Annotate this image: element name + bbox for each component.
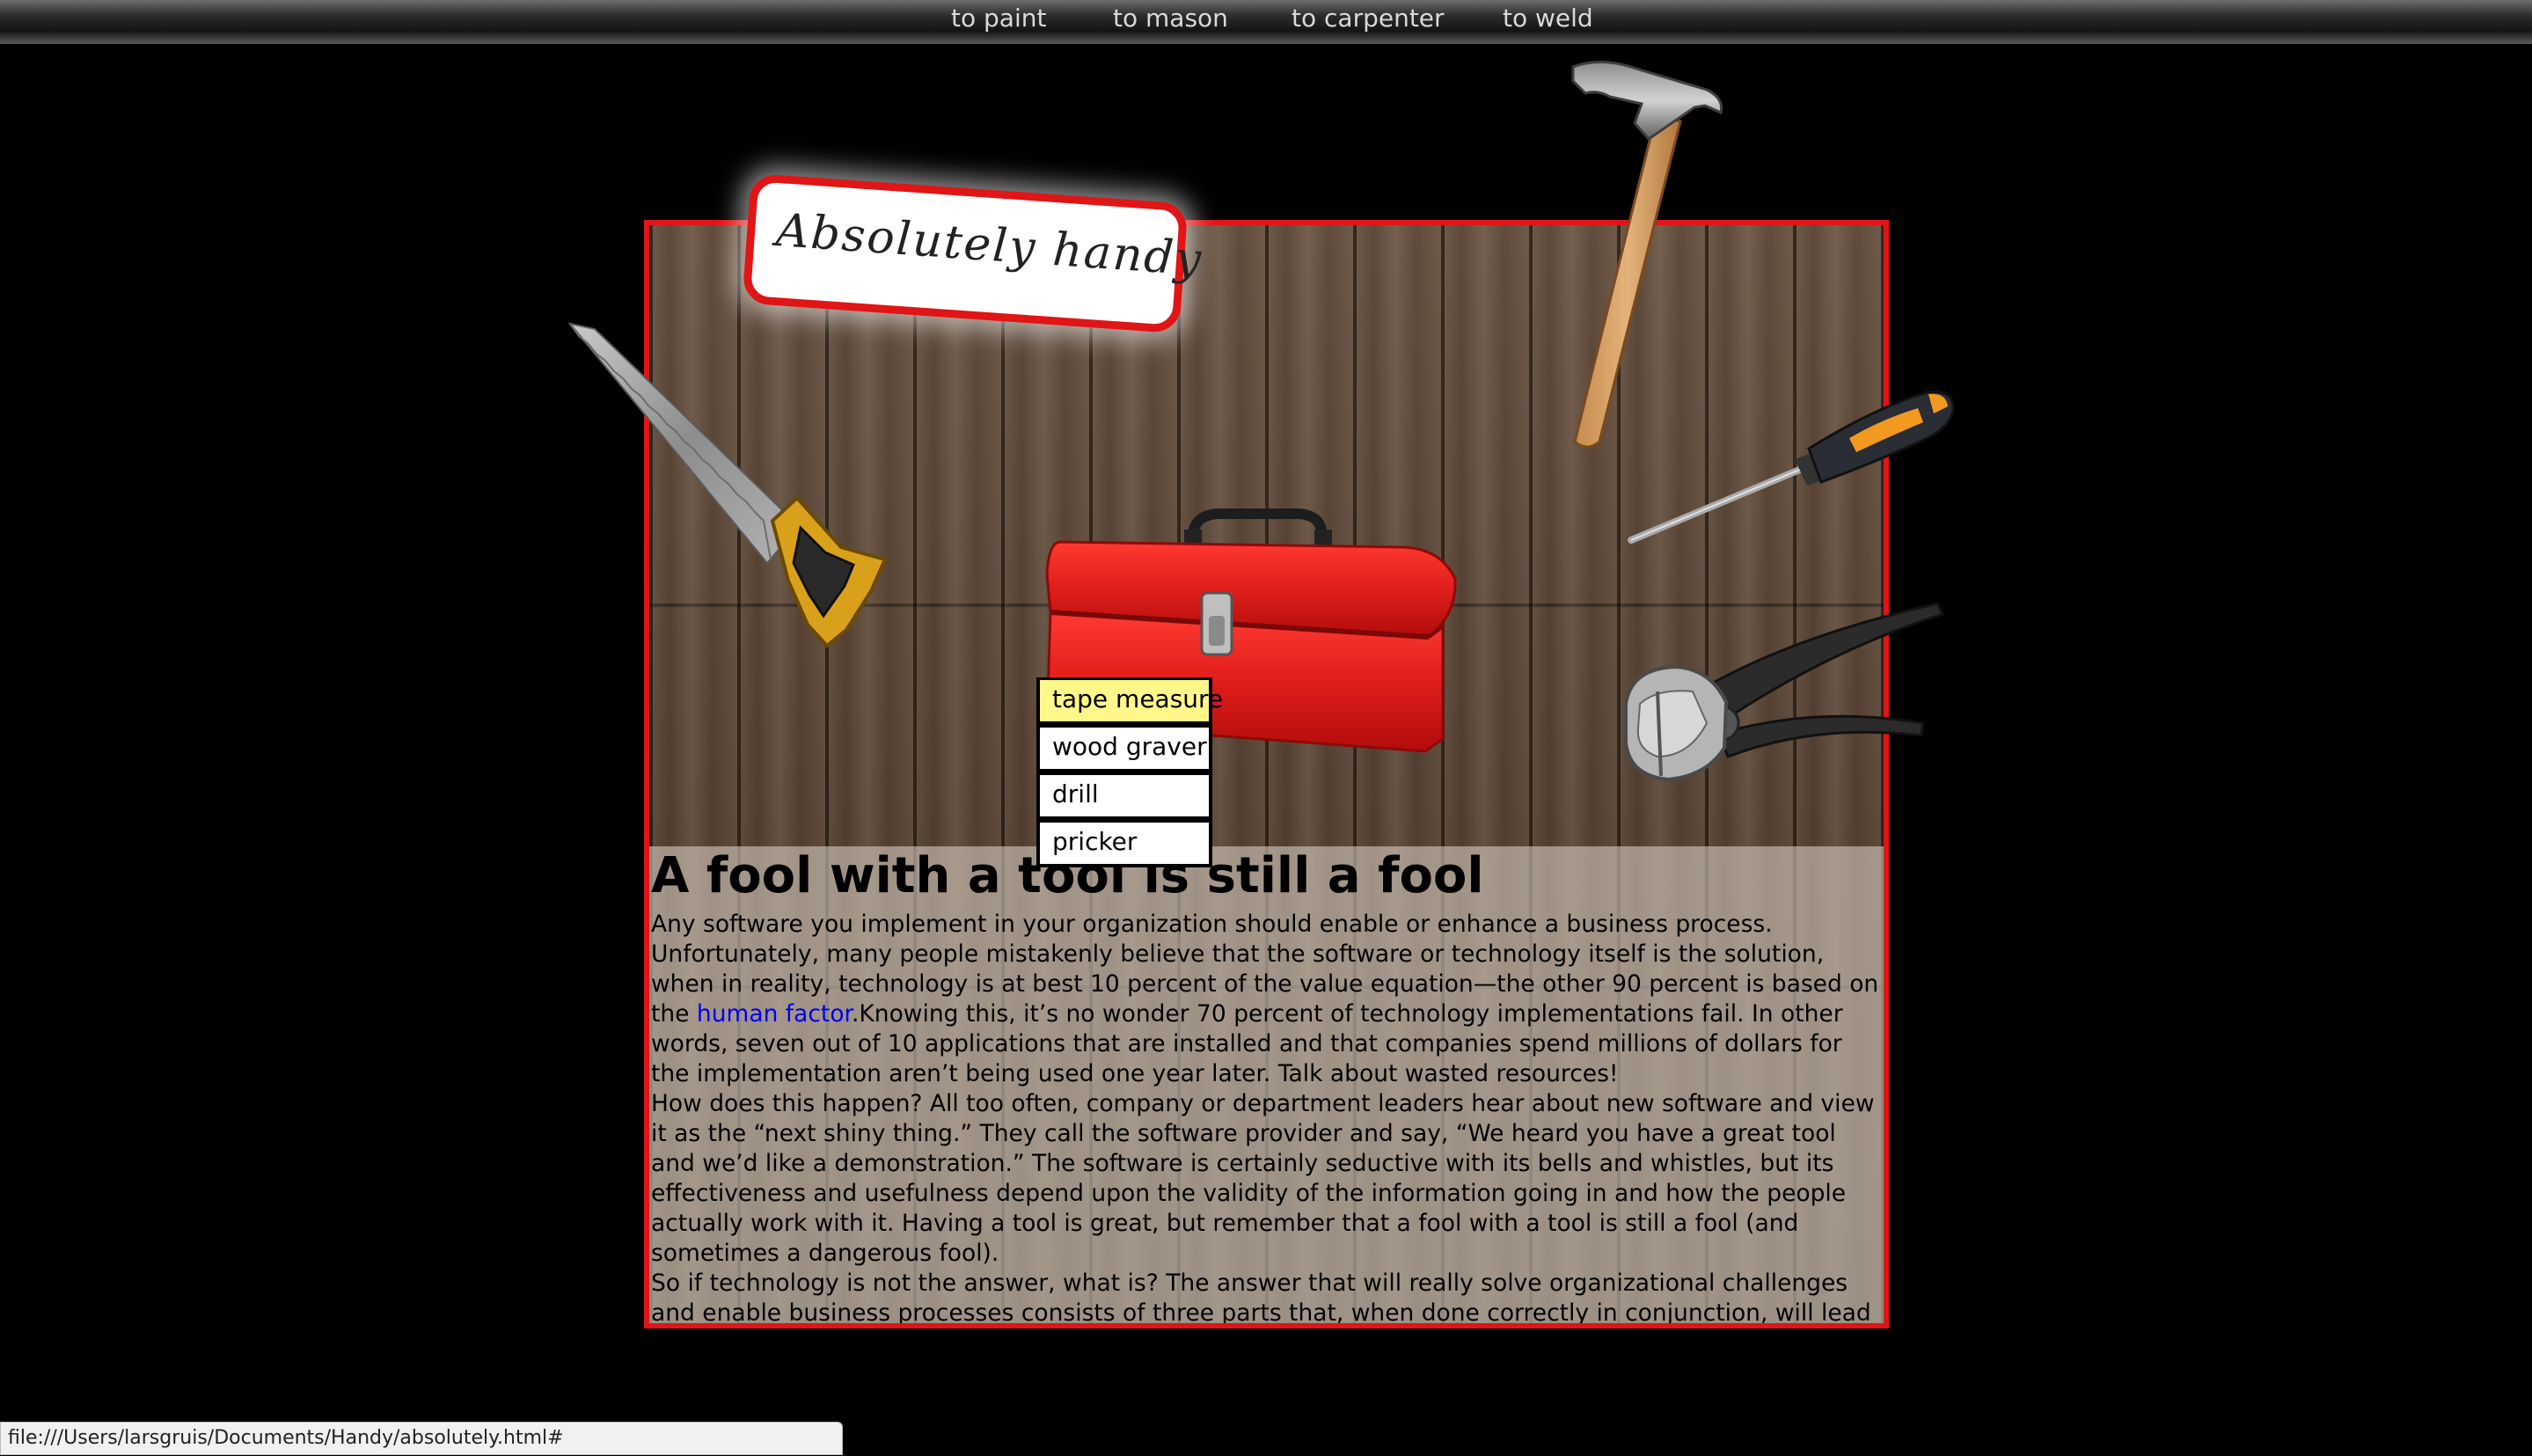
menu-item-drill[interactable]: drill — [1036, 772, 1212, 820]
article-body: Any software you implement in your organ… — [651, 910, 1881, 1327]
menu-item-pricker[interactable]: pricker — [1036, 820, 1212, 867]
article-paragraph-1: Any software you implement in your organ… — [651, 911, 1879, 1087]
pincers-icon — [1624, 602, 1945, 782]
menu-item-tape-measure[interactable]: tape measure — [1036, 677, 1223, 725]
saw-icon — [567, 322, 888, 648]
nav-link-to-mason[interactable]: to mason — [1113, 4, 1228, 33]
human-factor-link[interactable]: human factor — [697, 1000, 852, 1028]
logo-text: Absolutely handy — [774, 204, 1205, 287]
article-panel: A fool with a tool is still a fool Any s… — [649, 846, 1884, 1323]
screwdriver-icon — [1628, 390, 1955, 544]
article-paragraph-2: How does this happen? All too often, com… — [651, 1090, 1875, 1267]
top-nav-bar: to paint to mason to carpenter to weld — [0, 0, 2532, 44]
menu-item-wood-graver[interactable]: wood graver — [1036, 725, 1212, 772]
nav-link-to-carpenter[interactable]: to carpenter — [1292, 4, 1445, 33]
nav-link-to-paint[interactable]: to paint — [951, 4, 1046, 33]
tool-dropdown-menu: tape measure wood graver drill pricker — [1036, 677, 1223, 867]
browser-status-bar-url: file:///Users/larsgruis/Documents/Handy/… — [0, 1422, 843, 1455]
nav-link-to-weld[interactable]: to weld — [1503, 4, 1593, 33]
article-paragraph-3: So if technology is not the answer, what… — [651, 1269, 1871, 1327]
